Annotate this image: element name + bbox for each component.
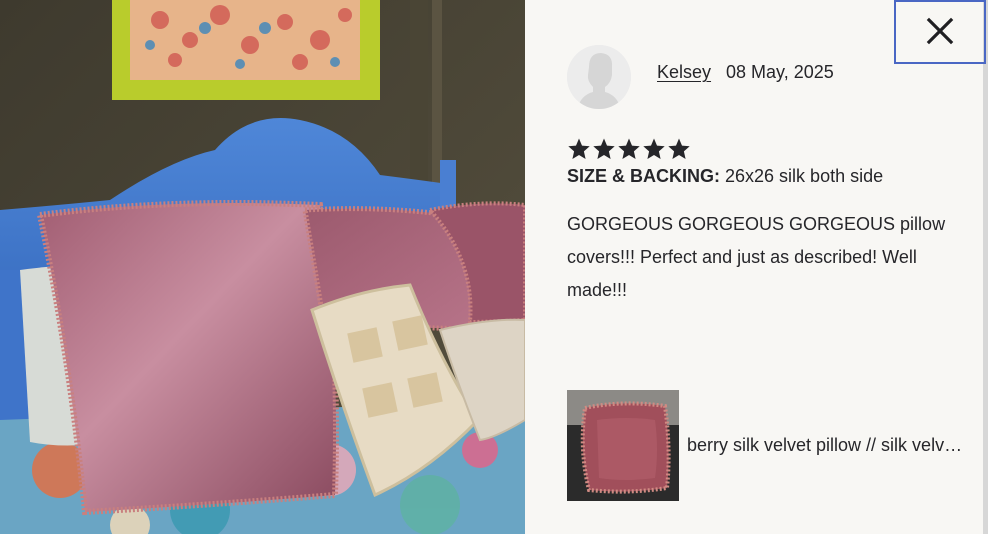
star-icon bbox=[592, 137, 616, 161]
product-link[interactable]: berry silk velvet pillow // silk velvet … bbox=[567, 390, 967, 501]
review-date: 08 May, 2025 bbox=[726, 62, 834, 82]
avatar bbox=[567, 45, 631, 109]
review-modal: Kelsey 08 May, 2025 SIZE & BACKING: 26x2… bbox=[0, 0, 988, 534]
close-icon bbox=[926, 17, 954, 48]
product-thumbnail bbox=[567, 390, 679, 501]
review-text: GORGEOUS GORGEOUS GORGEOUS pillow covers… bbox=[567, 214, 946, 300]
size-backing-label: SIZE & BACKING: bbox=[567, 166, 720, 186]
size-backing-line: SIZE & BACKING: 26x26 silk both side bbox=[567, 166, 883, 187]
close-button[interactable] bbox=[894, 0, 986, 64]
star-icon bbox=[642, 137, 666, 161]
star-icon bbox=[567, 137, 591, 161]
star-icon bbox=[667, 137, 691, 161]
review-photo bbox=[0, 0, 525, 534]
star-rating bbox=[567, 137, 691, 161]
size-backing-value: 26x26 silk both side bbox=[725, 166, 884, 186]
product-name: berry silk velvet pillow // silk velvet … bbox=[687, 435, 965, 455]
star-icon bbox=[617, 137, 641, 161]
review-author-link[interactable]: Kelsey bbox=[657, 62, 711, 83]
scroll-gutter bbox=[983, 0, 988, 534]
